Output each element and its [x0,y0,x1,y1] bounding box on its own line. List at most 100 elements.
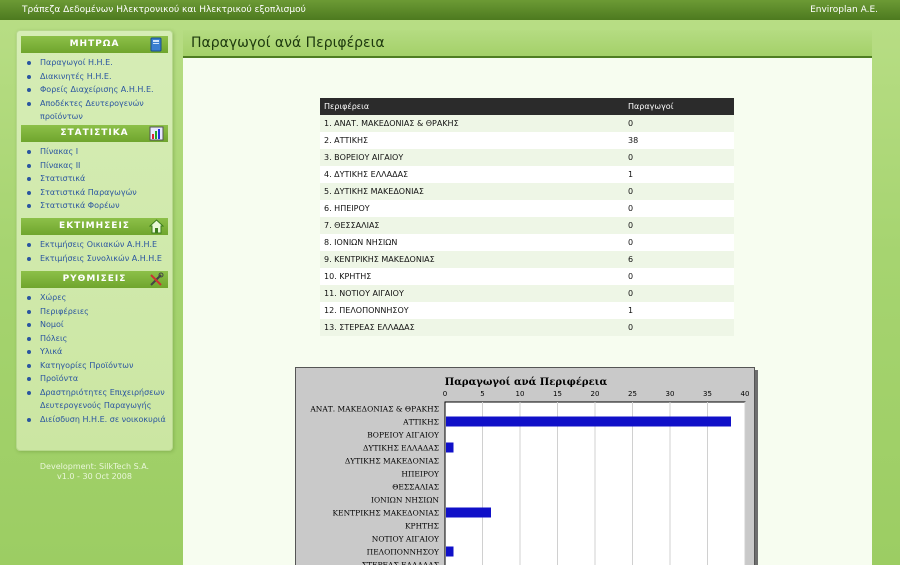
table-row: 2. ΑΤΤΙΚΗΣ 38 [320,132,734,149]
menu-item-table-1[interactable]: Πίνακας Ι [25,145,170,159]
bar [446,546,454,557]
menu-item-table-2[interactable]: Πίνακας ΙΙ [25,159,170,173]
producers-cell: 0 [624,149,734,166]
registries-menu: Παραγωγοί Η.Η.Ε. Διακινητές Η.Η.Ε. Φορεί… [25,56,170,124]
producers-cell: 38 [624,132,734,149]
bar [446,442,454,453]
section-header-settings: ΡΥΘΜΙΣΕΙΣ [21,271,168,288]
statistics-menu: Πίνακας Ι Πίνακας ΙΙ Στατιστικά Στατιστι… [25,145,170,213]
top-bar: Τράπεζα Δεδομένων Ηλεκτρονικού και Ηλεκτ… [0,0,900,20]
x-tick-label: 25 [628,390,637,398]
x-tick-label: 15 [553,390,562,398]
bar [446,507,491,518]
category-label: ΒΟΡΕΙΟΥ ΑΙΓΑΙΟΥ [367,431,440,440]
x-tick-label: 40 [741,390,750,398]
producers-cell: 6 [624,251,734,268]
column-header-producers: Παραγωγοί [624,98,734,115]
section-header-statistics: ΣΤΑΤΙΣΤΙΚΑ [21,125,168,142]
menu-item-statistics[interactable]: Στατιστικά [25,172,170,186]
menu-item-household-penetration[interactable]: Διείσδυση Η.Η.Ε. σε νοικοκυριά [25,413,170,427]
producers-cell: 1 [624,302,734,319]
producers-cell: 0 [624,234,734,251]
x-tick-label: 5 [480,390,484,398]
producers-cell: 0 [624,115,734,132]
menu-item-materials[interactable]: Υλικά [25,345,170,359]
category-label: ΔΥΤΙΚΗΣ ΜΑΚΕΔΟΝΙΑΣ [345,457,439,466]
table-row: 4. ΔΥΤΙΚΗΣ ΕΛΛΑΔΑΣ 1 [320,166,734,183]
menu-item-regions[interactable]: Περιφέρειες [25,305,170,319]
producers-cell: 0 [624,217,734,234]
credits-developer: Development: SilkTech S.A. [39,462,150,471]
producers-cell: 0 [624,285,734,302]
table-row: 6. ΗΠΕΙΡΟΥ 0 [320,200,734,217]
credits-version: v1.0 - 30 Oct 2008 [57,472,132,481]
table-row: 13. ΣΤΕΡΕΑΣ ΕΛΛΑΔΑΣ 0 [320,319,734,336]
x-tick-label: 30 [666,390,675,398]
table-header-row: Περιφέρεια Παραγωγοί [320,98,734,115]
region-cell: 2. ΑΤΤΙΚΗΣ [320,132,624,149]
chart-svg: Παραγωγοί ανά Περιφέρεια 0 5 10 15 20 25 30 35 40… [309,377,750,565]
menu-item-management-bodies[interactable]: Φορείς Διαχείρισης Α.Η.Η.Ε. [25,83,170,97]
category-label: ΙΟΝΙΩΝ ΝΗΣΙΩΝ [371,496,439,505]
chart-title: Παραγωγοί ανά Περιφέρεια [445,377,608,388]
category-label: ΣΤΕΡΕΑΣ ΕΛΛΑΔΑΣ [362,561,439,565]
region-cell: 8. ΙΟΝΙΩΝ ΝΗΣΙΩΝ [320,234,624,251]
menu-item-secondary-activities[interactable]: Δραστηριότητες Επιχειρήσεων Δευτερογενού… [25,386,170,413]
house-icon [148,219,165,234]
region-cell: 3. ΒΟΡΕΙΟΥ ΑΙΓΑΙΟΥ [320,149,624,166]
bar [446,416,731,427]
producers-cell: 0 [624,200,734,217]
x-tick-label: 0 [443,390,447,398]
producers-cell: 0 [624,268,734,285]
menu-item-countries[interactable]: Χώρες [25,291,170,305]
region-cell: 10. ΚΡΗΤΗΣ [320,268,624,285]
menu-item-producers[interactable]: Παραγωγοί Η.Η.Ε. [25,56,170,70]
table-row: 1. ΑΝΑΤ. ΜΑΚΕΔΟΝΙΑΣ & ΘΡΑΚΗΣ 0 [320,115,734,132]
category-label: ΗΠΕΙΡΟΥ [401,470,440,479]
menu-item-household-estimates[interactable]: Εκτιμήσεις Οικιακών Α.Η.Η.Ε [25,238,170,252]
table-row: 3. ΒΟΡΕΙΟΥ ΑΙΓΑΙΟΥ 0 [320,149,734,166]
page-title: Παραγωγοί ανά Περιφέρεια [191,35,385,51]
producers-cell: 1 [624,166,734,183]
estimates-menu: Εκτιμήσεις Οικιακών Α.Η.Η.Ε Εκτιμήσεις Σ… [25,238,170,265]
menu-item-cities[interactable]: Πόλεις [25,332,170,346]
menu-item-total-estimates[interactable]: Εκτιμήσεις Συνολικών Α.Η.Η.Ε [25,252,170,266]
region-cell: 9. ΚΕΝΤΡΙΚΗΣ ΜΑΚΕΔΟΝΙΑΣ [320,251,624,268]
bar-chart: Παραγωγοί ανά Περιφέρεια 0 5 10 15 20 25 30 35 40… [295,367,755,565]
menu-item-recipients[interactable]: Αποδέκτες Δευτερογενών προϊόντων [25,97,170,124]
table-row: 12. ΠΕΛΟΠΟΝΝΗΣΟΥ 1 [320,302,734,319]
menu-item-products[interactable]: Προϊόντα [25,372,170,386]
table-body: 1. ΑΝΑΤ. ΜΑΚΕΔΟΝΙΑΣ & ΘΡΑΚΗΣ 0 2. ΑΤΤΙΚΗΣ 3… [320,115,734,336]
section-header-estimates: ΕΚΤΙΜΗΣΕΙΣ [21,218,168,235]
chart-icon [149,126,164,141]
company-name: Enviroplan A.E. [810,5,878,15]
section-title: ΜΗΤΡΩΑ [69,39,120,49]
app-title: Τράπεζα Δεδομένων Ηλεκτρονικού και Ηλεκτ… [22,5,306,15]
table-row: 11. ΝΟΤΙΟΥ ΑΙΓΑΙΟΥ 0 [320,285,734,302]
region-cell: 5. ΔΥΤΙΚΗΣ ΜΑΚΕΔΟΝΙΑΣ [320,183,624,200]
category-label: ΠΕΛΟΠΟΝΝΗΣΟΥ [367,548,440,557]
region-cell: 11. ΝΟΤΙΟΥ ΑΙΓΑΙΟΥ [320,285,624,302]
region-cell: 6. ΗΠΕΙΡΟΥ [320,200,624,217]
menu-item-distributors[interactable]: Διακινητές Η.Η.Ε. [25,70,170,84]
x-tick-label: 20 [591,390,600,398]
menu-item-prefectures[interactable]: Νομοί [25,318,170,332]
menu-item-body-statistics[interactable]: Στατιστικά Φορέων [25,199,170,213]
credits: Development: SilkTech S.A. v1.0 - 30 Oct… [16,462,173,482]
tools-icon [149,272,164,287]
region-cell: 13. ΣΤΕΡΕΑΣ ΕΛΛΑΔΑΣ [320,319,624,336]
menu-item-producer-statistics[interactable]: Στατιστικά Παραγωγών [25,186,170,200]
book-icon [149,37,164,52]
region-cell: 4. ΔΥΤΙΚΗΣ ΕΛΛΑΔΑΣ [320,166,624,183]
column-header-region: Περιφέρεια [320,98,624,115]
table-row: 10. ΚΡΗΤΗΣ 0 [320,268,734,285]
category-label: ΚΕΝΤΡΙΚΗΣ ΜΑΚΕΔΟΝΙΑΣ [333,509,439,518]
region-cell: 7. ΘΕΣΣΑΛΙΑΣ [320,217,624,234]
sidebar: ΜΗΤΡΩΑ Παραγωγοί Η.Η.Ε. Διακινητές Η.Η.Ε… [16,30,173,451]
section-title: ΡΥΘΜΙΣΕΙΣ [62,274,127,284]
category-label: ΝΟΤΙΟΥ ΑΙΓΑΙΟΥ [372,535,440,544]
category-label: ΚΡΗΤΗΣ [405,522,439,531]
x-tick-label: 10 [516,390,525,398]
table-row: 7. ΘΕΣΣΑΛΙΑΣ 0 [320,217,734,234]
menu-item-product-categories[interactable]: Κατηγορίες Προϊόντων [25,359,170,373]
